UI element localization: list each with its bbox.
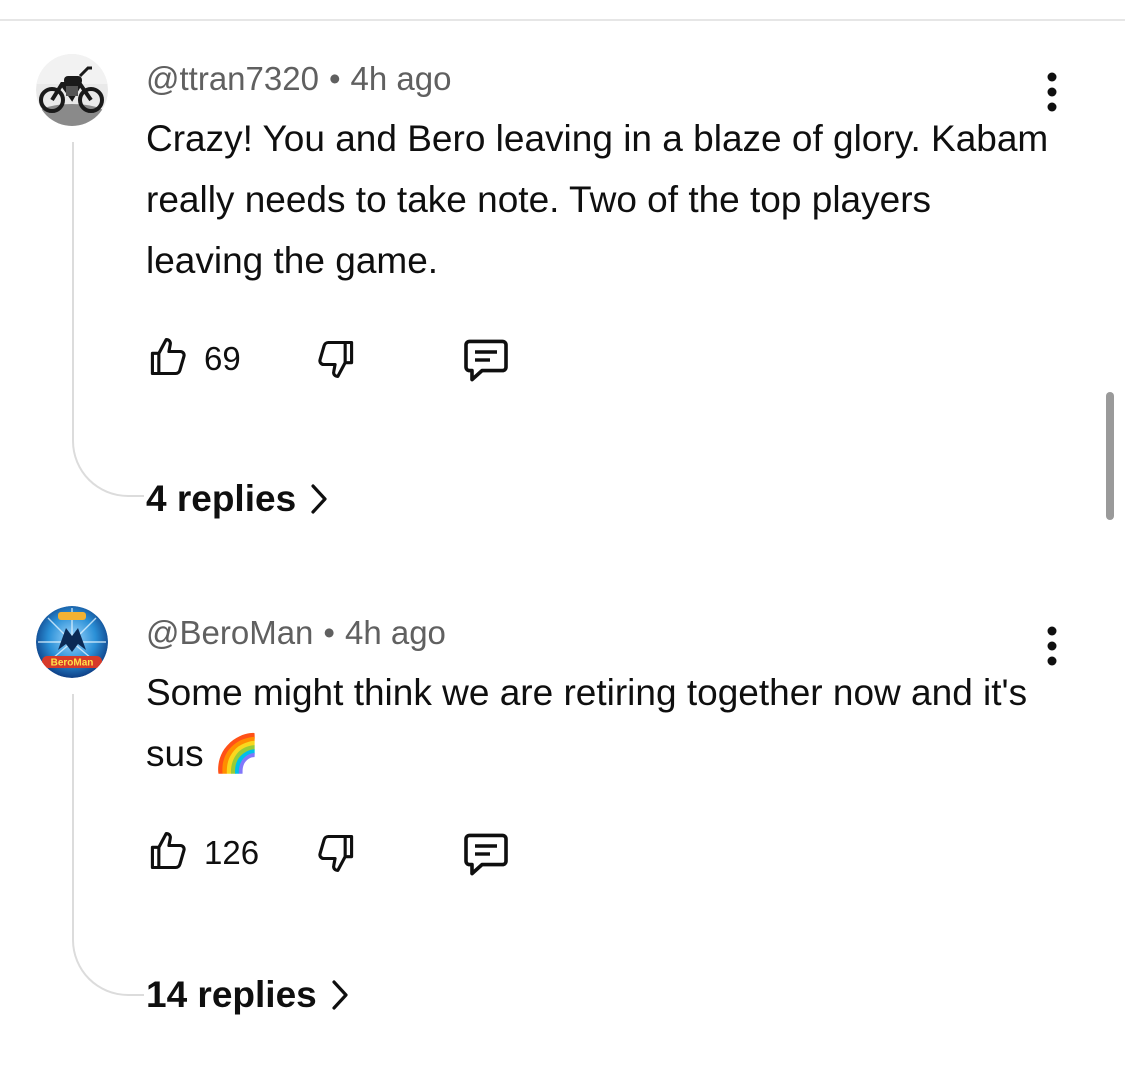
scrollbar[interactable] [1106,392,1114,520]
thread-connector [72,694,144,996]
chevron-right-icon [332,980,348,1010]
more-vertical-icon[interactable] [1038,72,1066,112]
like-button[interactable]: 69 [146,334,256,384]
comment-text-content: Some might think we are retiring togethe… [146,672,1028,774]
timestamp: 4h ago [344,614,446,651]
avatar-logo-text: BeroMan [51,658,94,669]
author-handle[interactable]: @ttran7320 [146,60,319,97]
more-vertical-icon[interactable] [1038,626,1066,666]
author-handle[interactable]: @BeroMan [146,614,313,651]
dislike-button[interactable] [314,828,364,878]
thread-connector [72,142,144,497]
meta-separator: • [328,60,341,97]
reply-comment-icon [464,833,508,876]
meta-separator: • [323,614,335,651]
comment-meta: @BeroMan • 4h ago [146,614,446,652]
timestamp: 4h ago [350,60,452,97]
rainbow-emoji: 🌈 [213,733,260,774]
thumbs-down-icon [318,340,354,378]
chevron-right-icon [311,484,327,514]
replies-label: 4 replies [146,478,297,519]
beroman-logo-avatar[interactable]: BeroMan [36,606,108,678]
replies-label: 14 replies [146,974,317,1015]
view-replies-button[interactable]: 14 replies [146,974,349,1016]
reply-button[interactable] [460,828,512,878]
reply-comment-icon [464,339,508,382]
comment-text: Crazy! You and Bero leaving in a blaze o… [146,118,1049,281]
thumbs-up-icon [150,832,186,870]
comment-text: Some might think we are retiring togethe… [146,662,1056,784]
reply-button[interactable] [460,334,512,384]
thumbs-down-icon [318,834,354,872]
view-replies-button[interactable]: 4 replies [146,478,328,520]
like-count: 69 [204,340,241,377]
like-button[interactable]: 126 [146,828,276,878]
thumbs-up-icon [150,338,186,376]
motorcycle-avatar[interactable] [36,54,108,126]
dislike-button[interactable] [314,334,364,384]
top-divider [0,19,1125,21]
like-count: 126 [204,834,260,871]
comment-meta: @ttran7320 • 4h ago [146,60,451,98]
